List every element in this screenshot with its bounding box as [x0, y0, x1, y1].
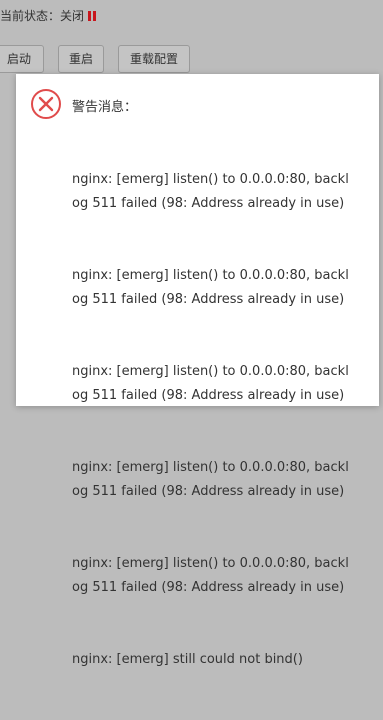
dialog-message: nginx: [emerg] listen() to 0.0.0.0:80, b… — [72, 120, 354, 720]
message-line: nginx: [emerg] still could not bind() — [72, 652, 303, 667]
message-line: nginx: [emerg] listen() to 0.0.0.0:80, b… — [72, 268, 349, 307]
message-line: nginx: [emerg] listen() to 0.0.0.0:80, b… — [72, 460, 349, 499]
status-value: 关闭 — [60, 9, 85, 23]
start-button[interactable]: 启动 — [0, 45, 44, 73]
error-x-icon — [30, 88, 62, 120]
message-line: nginx: [emerg] listen() to 0.0.0.0:80, b… — [72, 172, 349, 211]
stop-icon — [88, 10, 97, 22]
status-line: 当前状态： 关闭 — [0, 7, 97, 24]
reload-config-button[interactable]: 重载配置 — [118, 45, 190, 73]
status-label: 当前状态： — [0, 9, 61, 23]
message-line: nginx: [emerg] listen() to 0.0.0.0:80, b… — [72, 556, 349, 595]
warning-dialog: 警告消息： nginx: [emerg] listen() to 0.0.0.0… — [16, 74, 379, 667]
message-line: nginx: [emerg] listen() to 0.0.0.0:80, b… — [72, 364, 349, 403]
restart-button[interactable]: 重启 — [58, 45, 104, 73]
dialog-title: 警告消息： — [72, 100, 138, 115]
